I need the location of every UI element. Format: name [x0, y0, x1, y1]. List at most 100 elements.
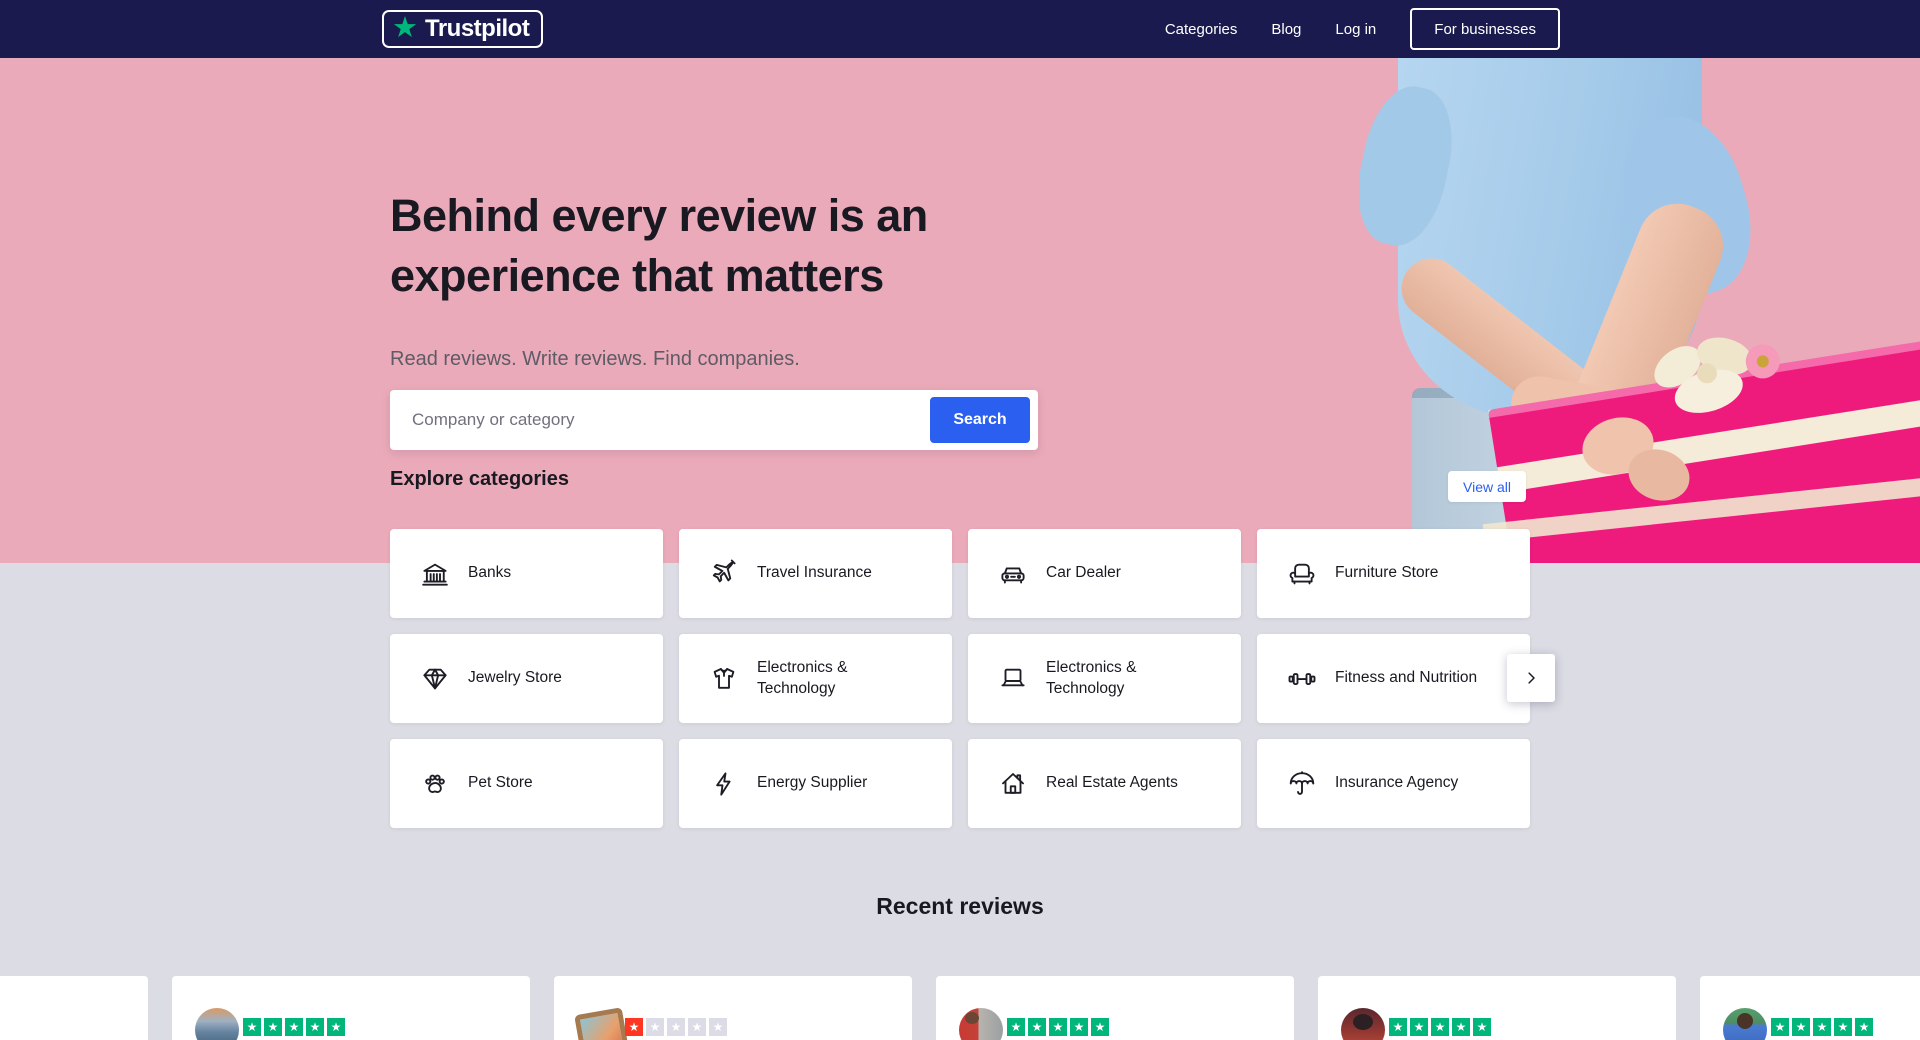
nav-link-categories[interactable]: Categories [1165, 21, 1238, 38]
dumbbell-icon [1287, 664, 1317, 694]
trustpilot-logo[interactable]: ★ Trustpilot [382, 10, 543, 48]
recent-reviews-row: ★★★★★ ★★★★★ ★★★★★ ★★★★★ ★★★★★ [0, 976, 1920, 1040]
review-card[interactable]: ★★★★★ [1318, 976, 1676, 1040]
nav-link-login[interactable]: Log in [1335, 21, 1376, 38]
hero-photo-person-with-gift [1360, 58, 1920, 563]
recent-reviews-heading: Recent reviews [0, 893, 1920, 920]
review-card[interactable] [0, 976, 148, 1040]
category-card-insurance-agency[interactable]: Insurance Agency [1257, 739, 1530, 828]
header-nav: Categories Blog Log in For businesses [1165, 0, 1560, 58]
category-card-energy-supplier[interactable]: Energy Supplier [679, 739, 952, 828]
star-icon: ★ [1855, 1018, 1873, 1036]
star-icon: ★ [1091, 1018, 1109, 1036]
city-skyline-avatar [195, 1008, 239, 1040]
star-icon: ★ [1410, 1018, 1428, 1036]
laptop-icon [998, 664, 1028, 694]
house-icon [998, 769, 1028, 799]
search-input[interactable] [390, 390, 932, 450]
category-label: Fitness and Nutrition [1335, 668, 1477, 689]
star-icon: ★ [243, 1018, 261, 1036]
bank-icon [420, 559, 450, 589]
star-icon: ★ [1389, 1018, 1407, 1036]
star-icon: ★ [1028, 1018, 1046, 1036]
hero-subtitle: Read reviews. Write reviews. Find compan… [390, 348, 800, 371]
category-card-jewelry-store[interactable]: Jewelry Store [390, 634, 663, 723]
review-card[interactable]: ★★★★★ [172, 976, 530, 1040]
star-rating: ★★★★★ [1389, 1018, 1491, 1036]
category-card-travel-insurance[interactable]: Travel Insurance [679, 529, 952, 618]
category-grid: Banks Travel Insurance Car Dealer Furnit… [390, 529, 1530, 828]
star-icon: ★ [1049, 1018, 1067, 1036]
trustpilot-star-icon: ★ [392, 14, 418, 43]
star-icon: ★ [709, 1018, 727, 1036]
airplane-icon [709, 559, 739, 589]
category-label: Jewelry Store [468, 668, 562, 689]
woman-avatar [1341, 1008, 1385, 1040]
category-label: Travel Insurance [757, 563, 872, 584]
category-label: Pet Store [468, 773, 533, 794]
category-card-banks[interactable]: Banks [390, 529, 663, 618]
star-icon: ★ [1792, 1018, 1810, 1036]
logo-wordmark: Trustpilot [425, 15, 529, 43]
search-bar: Search [390, 390, 1038, 450]
star-icon: ★ [625, 1018, 643, 1036]
armchair-icon [1287, 559, 1317, 589]
car-icon [998, 559, 1028, 589]
carousel-next-button[interactable] [1507, 654, 1555, 702]
category-card-electronics-technology[interactable]: Electronics & Technology [968, 634, 1241, 723]
star-icon: ★ [1070, 1018, 1088, 1036]
review-card[interactable]: ★★★★★ [1700, 976, 1920, 1040]
hero-title: Behind every review is an experience tha… [390, 186, 1050, 306]
star-icon: ★ [306, 1018, 324, 1036]
explore-categories-heading: Explore categories [390, 468, 569, 491]
chevron-right-icon [1522, 669, 1540, 687]
category-label: Electronics & Technology [1046, 658, 1211, 700]
star-icon: ★ [1007, 1018, 1025, 1036]
star-icon: ★ [264, 1018, 282, 1036]
star-icon: ★ [1771, 1018, 1789, 1036]
star-icon: ★ [1834, 1018, 1852, 1036]
review-card[interactable]: ★★★★★ [936, 976, 1294, 1040]
star-icon: ★ [667, 1018, 685, 1036]
category-card-real-estate-agents[interactable]: Real Estate Agents [968, 739, 1241, 828]
star-icon: ★ [1813, 1018, 1831, 1036]
category-label: Electronics & Technology [757, 658, 922, 700]
for-businesses-button[interactable]: For businesses [1410, 8, 1560, 50]
category-label: Insurance Agency [1335, 773, 1458, 794]
top-navigation-bar: ★ Trustpilot Categories Blog Log in For … [0, 0, 1920, 58]
umbrella-icon [1287, 769, 1317, 799]
category-card-pet-store[interactable]: Pet Store [390, 739, 663, 828]
star-icon: ★ [1452, 1018, 1470, 1036]
search-button[interactable]: Search [930, 397, 1030, 443]
category-label: Furniture Store [1335, 563, 1438, 584]
framed-photo-avatar [577, 1008, 621, 1040]
star-rating: ★★★★★ [1771, 1018, 1873, 1036]
category-label: Car Dealer [1046, 563, 1121, 584]
category-label: Real Estate Agents [1046, 773, 1178, 794]
couple-avatar [959, 1008, 1003, 1040]
paw-icon [420, 769, 450, 799]
star-icon: ★ [1431, 1018, 1449, 1036]
star-icon: ★ [688, 1018, 706, 1036]
nav-link-blog[interactable]: Blog [1271, 21, 1301, 38]
category-card-clothing-store[interactable]: Electronics & Technology [679, 634, 952, 723]
star-rating: ★★★★★ [1007, 1018, 1109, 1036]
category-label: Banks [468, 563, 511, 584]
bearded-man-avatar [1723, 1008, 1767, 1040]
star-rating: ★★★★★ [625, 1018, 727, 1036]
view-all-button[interactable]: View all [1448, 471, 1526, 502]
star-icon: ★ [646, 1018, 664, 1036]
diamond-icon [420, 664, 450, 694]
star-icon: ★ [1473, 1018, 1491, 1036]
review-card[interactable]: ★★★★★ [554, 976, 912, 1040]
category-label: Energy Supplier [757, 773, 867, 794]
star-rating: ★★★★★ [243, 1018, 345, 1036]
trustpilot-homepage: ★ Trustpilot Categories Blog Log in For … [0, 0, 1920, 1040]
star-icon: ★ [327, 1018, 345, 1036]
lightning-icon [709, 769, 739, 799]
category-card-furniture-store[interactable]: Furniture Store [1257, 529, 1530, 618]
category-card-fitness-nutrition[interactable]: Fitness and Nutrition [1257, 634, 1530, 723]
star-icon: ★ [285, 1018, 303, 1036]
category-card-car-dealer[interactable]: Car Dealer [968, 529, 1241, 618]
shirt-icon [709, 664, 739, 694]
